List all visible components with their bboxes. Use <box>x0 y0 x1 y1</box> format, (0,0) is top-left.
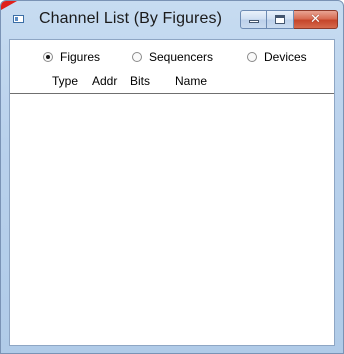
radio-figures[interactable]: Figures <box>43 49 100 65</box>
maximize-icon <box>275 15 285 24</box>
channel-list[interactable] <box>10 93 334 345</box>
column-header-addr[interactable]: Addr <box>92 74 117 88</box>
column-header-name[interactable]: Name <box>175 74 207 88</box>
radio-unchecked-icon[interactable] <box>247 52 257 62</box>
channel-list-window: Channel List (By Figures) ✕ Figures Sequ… <box>0 0 344 354</box>
radio-checked-icon[interactable] <box>43 52 53 62</box>
close-icon: ✕ <box>310 12 321 27</box>
radio-figures-label: Figures <box>60 50 101 64</box>
close-button[interactable]: ✕ <box>294 10 338 29</box>
column-header-bits[interactable]: Bits <box>130 74 150 88</box>
radio-sequencers[interactable]: Sequencers <box>132 49 213 65</box>
radio-devices[interactable]: Devices <box>247 49 307 65</box>
app-window-icon[interactable] <box>13 15 24 23</box>
view-mode-radio-group: Figures Sequencers Devices <box>10 49 334 65</box>
resize-corner-icon <box>1 1 17 10</box>
column-header-type[interactable]: Type <box>52 74 78 88</box>
radio-devices-label: Devices <box>264 50 307 64</box>
minimize-icon <box>249 20 259 23</box>
client-area: Figures Sequencers Devices Type Addr Bit… <box>9 39 335 346</box>
caption-buttons: ✕ <box>240 10 338 29</box>
window-title: Channel List (By Figures) <box>39 10 223 27</box>
list-header: Type Addr Bits Name <box>10 72 334 88</box>
radio-sequencers-label: Sequencers <box>149 50 214 64</box>
minimize-button[interactable] <box>240 10 267 29</box>
maximize-button[interactable] <box>267 10 294 29</box>
radio-unchecked-icon[interactable] <box>132 52 142 62</box>
title-bar[interactable]: Channel List (By Figures) ✕ <box>1 1 343 31</box>
